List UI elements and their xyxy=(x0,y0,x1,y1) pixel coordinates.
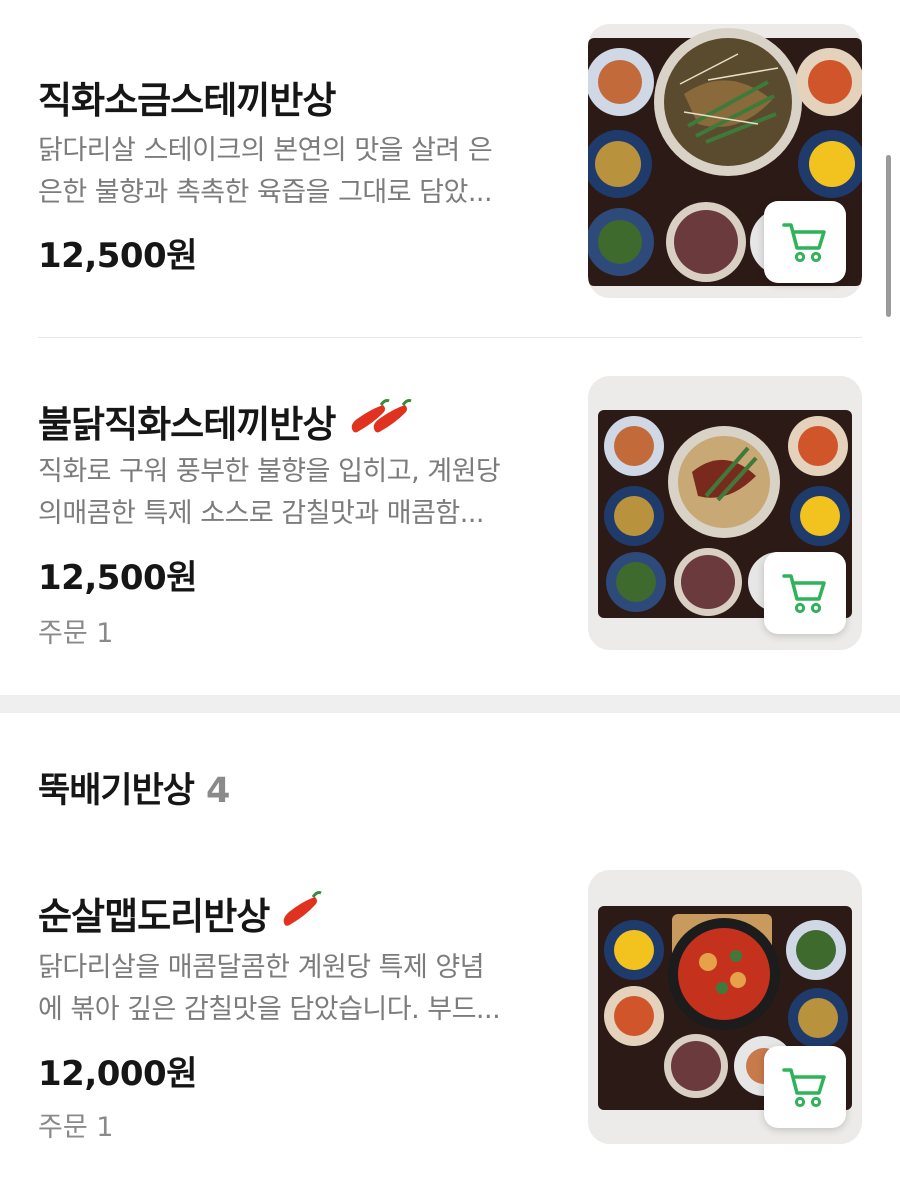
menu-item-description: 닭다리살을 매콤달콤한 계원당 특제 양념 에 볶아 깊은 감칠맛을 담았습니다… xyxy=(38,947,538,1031)
add-to-cart-button[interactable] xyxy=(764,552,846,634)
add-to-cart-button[interactable] xyxy=(764,1046,846,1128)
menu-item-description: 직화로 구워 풍부한 불향을 입히고, 계원당 의매콤한 특제 소스로 감칠맛과… xyxy=(38,451,538,535)
description-line: 닭다리살 스테이크의 본연의 맛을 살려 은 xyxy=(38,135,493,166)
menu-item-title-row: 순살맵도리반상 xyxy=(38,886,325,940)
menu-item-price: 12,500원 xyxy=(38,558,197,598)
menu-item-price: 12,500원 xyxy=(38,236,197,276)
cart-icon xyxy=(782,1068,826,1108)
menu-item-3[interactable]: 순살맵도리반상 닭다리살을 매콤달콤한 계원당 특제 양념 에 볶아 깊은 감칠… xyxy=(0,840,900,1179)
order-count: 주문 1 xyxy=(38,1112,114,1143)
menu-item-title-row: 불닭직화스테끼반상 xyxy=(38,394,415,448)
section-header: 뚝배기반상 4 xyxy=(38,762,230,813)
cart-icon xyxy=(782,223,826,263)
section-title: 뚝배기반상 xyxy=(38,771,195,811)
menu-item-photo[interactable] xyxy=(588,376,862,650)
menu-item-photo[interactable] xyxy=(588,24,862,298)
order-count: 주문 1 xyxy=(38,618,114,649)
section-item-count: 4 xyxy=(206,771,230,811)
menu-item-name: 불닭직화스테끼반상 xyxy=(38,403,336,446)
chili-pepper-icon xyxy=(279,889,325,938)
scrollbar[interactable] xyxy=(886,155,891,317)
cart-icon xyxy=(782,574,826,614)
menu-item-1[interactable]: 직화소금스테끼반상 닭다리살 스테이크의 본연의 맛을 살려 은 은한 불향과 … xyxy=(0,0,900,338)
menu-item-description: 닭다리살 스테이크의 본연의 맛을 살려 은 은한 불향과 촉촉한 육즙을 그대… xyxy=(38,130,538,214)
menu-item-2[interactable]: 불닭직화스테끼반상 직화로 구워 풍부한 불향을 입히고, 계원당 의매콤한 특… xyxy=(0,338,900,695)
description-line: 에 볶아 깊은 감칠맛을 담았습니다. 부드... xyxy=(38,994,501,1025)
chili-pepper-icon xyxy=(345,397,415,446)
menu-item-price: 12,000원 xyxy=(38,1054,197,1094)
description-line: 의매콤한 특제 소스로 감칠맛과 매콤함... xyxy=(38,498,485,529)
menu-item-name: 순살맵도리반상 xyxy=(38,895,270,938)
section-separator xyxy=(0,695,900,713)
menu-item-photo[interactable] xyxy=(588,870,862,1144)
menu-item-name: 직화소금스테끼반상 xyxy=(38,79,336,122)
description-line: 은한 불향과 촉촉한 육즙을 그대로 담았... xyxy=(38,177,493,208)
add-to-cart-button[interactable] xyxy=(764,201,846,283)
description-line: 닭다리살을 매콤달콤한 계원당 특제 양념 xyxy=(38,952,485,983)
description-line: 직화로 구워 풍부한 불향을 입히고, 계원당 xyxy=(38,456,501,487)
